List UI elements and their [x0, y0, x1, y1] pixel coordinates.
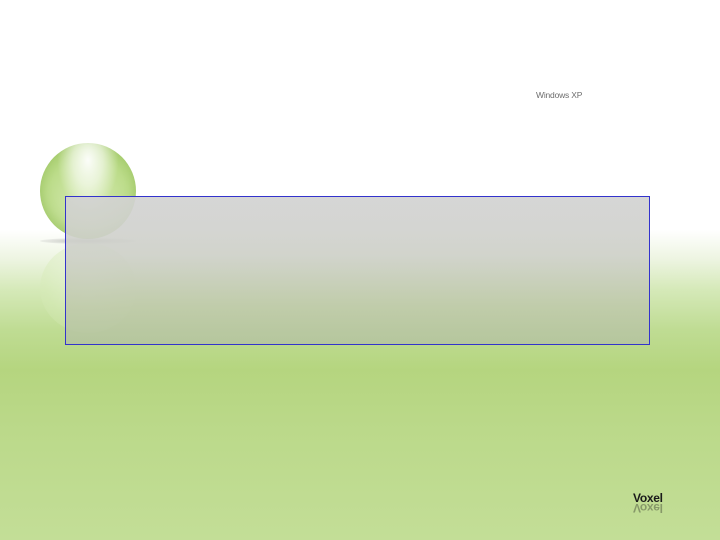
brand-logo: Voxel Voxel [633, 492, 673, 516]
brand-logo-reflection: Voxel [633, 501, 663, 515]
os-version-label: Windows XP [536, 90, 583, 100]
selection-panel[interactable] [65, 196, 650, 345]
